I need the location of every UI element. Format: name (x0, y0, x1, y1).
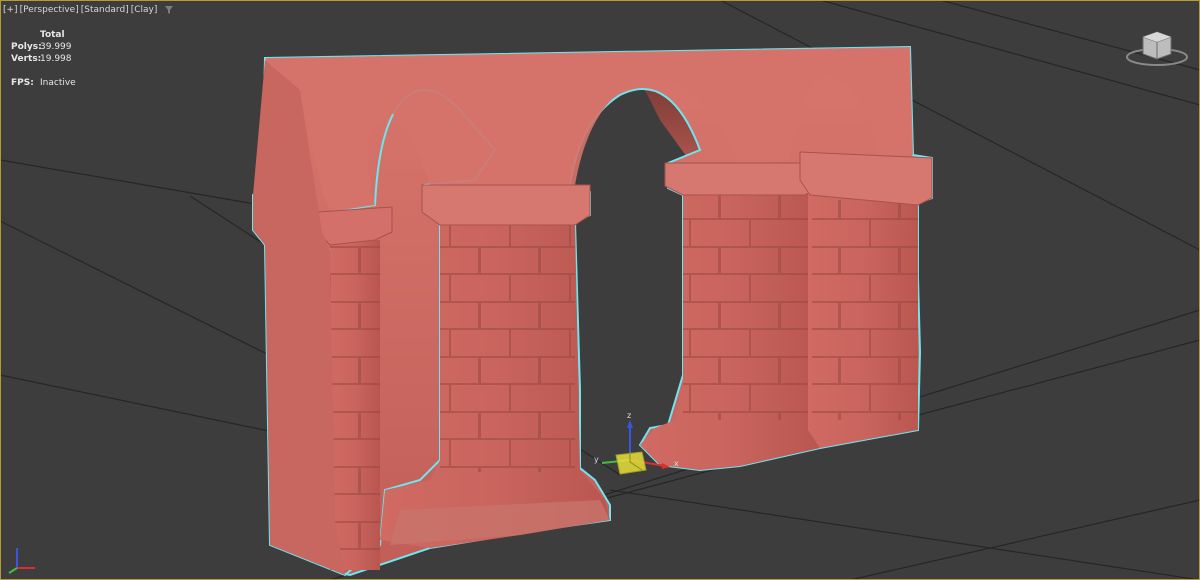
fps-value: Inactive (40, 78, 76, 88)
viewport-label-menu[interactable]: [+] [Perspective] [Standard] [Clay] (3, 4, 174, 16)
viewport-clay-menu[interactable]: [Clay] (131, 4, 158, 16)
arch-model[interactable] (252, 45, 933, 577)
scene-canvas[interactable]: z x y (0, 0, 1200, 580)
gizmo-x-label: x (674, 459, 679, 468)
gizmo-y-label: y (594, 455, 599, 464)
viewport-perspective-menu[interactable]: [Perspective] (20, 4, 79, 16)
scene-statistics: Total Polys: 39.999 Verts: 19.998 FPS: I… (11, 29, 76, 89)
stats-header: Total (40, 30, 65, 40)
gizmo-z-label: z (627, 411, 631, 420)
verts-label: Verts: (11, 54, 42, 64)
polys-value: 39.999 (40, 42, 72, 52)
viewcube-icon[interactable] (1125, 27, 1190, 67)
viewport-standard-menu[interactable]: [Standard] (81, 4, 129, 16)
world-axis-icon (8, 548, 35, 574)
viewport-plus-menu[interactable]: [+] (3, 4, 18, 16)
verts-value: 19.998 (40, 54, 72, 64)
polys-label: Polys: (11, 42, 42, 52)
fps-label: FPS: (11, 78, 34, 88)
perspective-viewport[interactable]: z x y [+] [Perspective] [Standard] [Clay… (0, 0, 1200, 580)
funnel-icon[interactable] (164, 5, 174, 15)
